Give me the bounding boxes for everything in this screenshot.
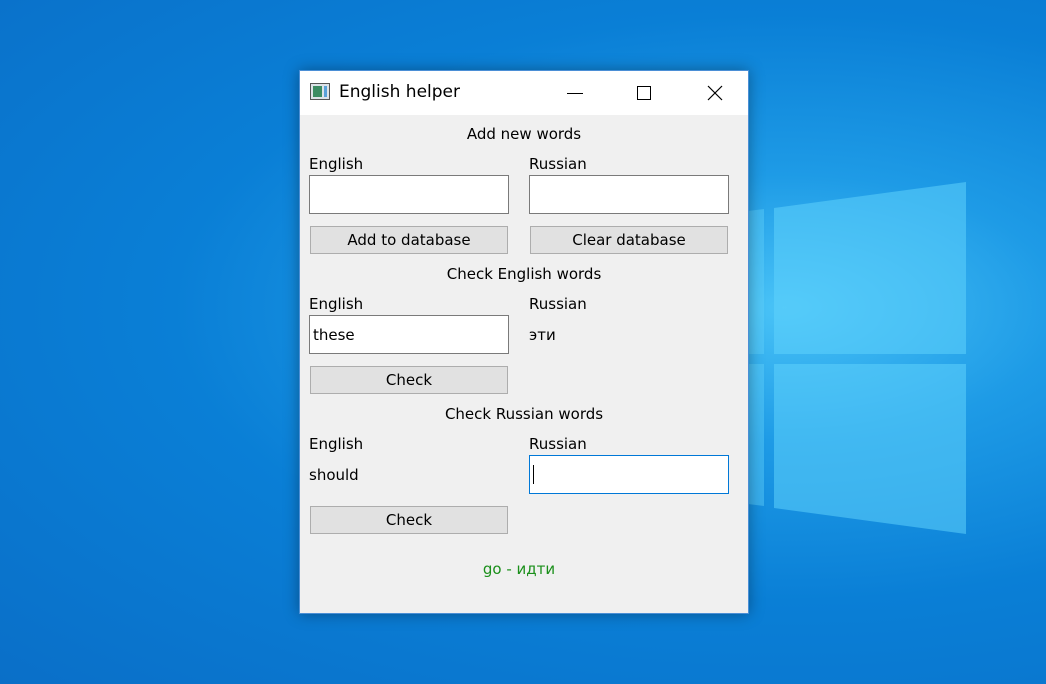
- add-to-database-button[interactable]: Add to database: [310, 226, 508, 254]
- close-button[interactable]: [692, 71, 738, 115]
- check-english-english-label: English: [309, 295, 364, 313]
- add-russian-input[interactable]: [529, 175, 729, 214]
- maximize-button[interactable]: [621, 71, 667, 115]
- check-russian-input[interactable]: [529, 455, 729, 494]
- check-english-button[interactable]: Check: [310, 366, 508, 394]
- clear-database-button[interactable]: Clear database: [530, 226, 728, 254]
- title-bar[interactable]: English helper: [300, 71, 748, 115]
- maximize-icon: [637, 86, 651, 100]
- check-russian-button[interactable]: Check: [310, 506, 508, 534]
- check-english-input[interactable]: [309, 315, 509, 354]
- check-russian-english-label: English: [309, 435, 364, 453]
- close-icon: [707, 85, 723, 101]
- minimize-button[interactable]: [552, 71, 598, 115]
- check-russian-russian-label: Russian: [529, 435, 587, 453]
- app-icon: [310, 83, 330, 100]
- app-window: English helper Add new words English Rus…: [299, 70, 749, 614]
- check-english-heading: Check English words: [446, 265, 602, 283]
- windows-logo: [740, 182, 966, 534]
- add-russian-label: Russian: [529, 155, 587, 173]
- minimize-icon: [567, 92, 583, 94]
- check-english-russian-label: Russian: [529, 295, 587, 313]
- text-cursor: [533, 465, 534, 484]
- window-title: English helper: [339, 82, 460, 102]
- add-english-label: English: [309, 155, 364, 173]
- add-section-heading: Add new words: [466, 125, 582, 143]
- check-english-translation: эти: [529, 326, 556, 344]
- result-message: go - идти: [482, 560, 556, 578]
- check-russian-word: should: [309, 466, 359, 484]
- add-english-input[interactable]: [309, 175, 509, 214]
- check-russian-heading: Check Russian words: [444, 405, 604, 423]
